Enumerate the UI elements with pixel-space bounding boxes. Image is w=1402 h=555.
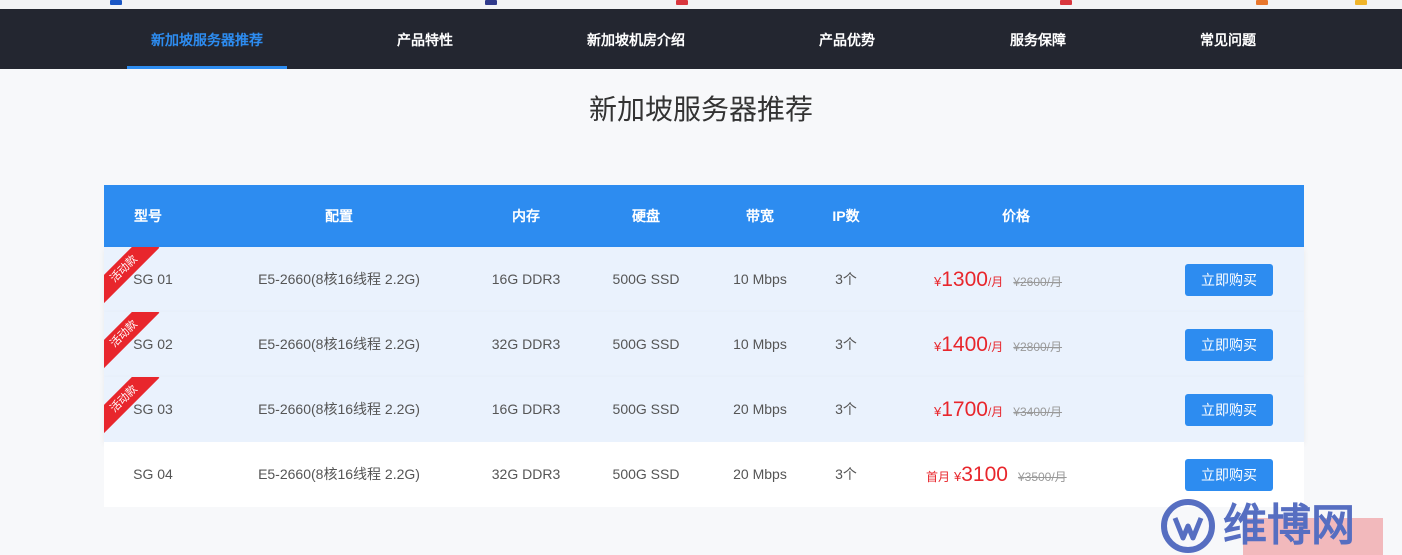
cell-disk: 500G SSD xyxy=(612,466,680,482)
cell-price: ¥1400/月 ¥2800/月 xyxy=(930,312,1062,377)
price-amount: 1700 xyxy=(941,398,988,421)
table-row: 活动款 SG 03 E5-2660(8核16线程 2.2G) 16G DDR3 … xyxy=(104,377,1304,442)
table-header: 型号 配置 内存 硬盘 带宽 IP数 价格 xyxy=(104,185,1304,247)
cell-memory: 32G DDR3 xyxy=(491,336,561,352)
cell-bandwidth: 20 Mbps xyxy=(733,401,787,417)
col-bandwidth: 带宽 xyxy=(746,208,774,224)
table-row: 活动款 SG 01 E5-2660(8核16线程 2.2G) 16G DDR3 … xyxy=(104,247,1304,312)
cell-disk: 500G SSD xyxy=(612,401,680,417)
buy-now-button[interactable]: 立即购买 xyxy=(1185,459,1273,491)
buy-now-button[interactable]: 立即购买 xyxy=(1185,394,1273,426)
nav-item-service[interactable]: 服务保障 xyxy=(958,9,1118,69)
cell-disk: 500G SSD xyxy=(612,336,680,352)
col-disk: 硬盘 xyxy=(632,208,660,224)
price-unit: /月 xyxy=(987,405,1004,419)
cell-price: 首月 ¥3100 ¥3500/月 xyxy=(926,442,1067,507)
cell-config: E5-2660(8核16线程 2.2G) xyxy=(258,466,420,482)
cell-ip: 3个 xyxy=(835,401,857,417)
price-amount: 1300 xyxy=(941,268,988,291)
cell-bandwidth: 10 Mbps xyxy=(733,336,787,352)
cell-ip: 3个 xyxy=(835,271,857,287)
cell-ip: 3个 xyxy=(835,466,857,482)
old-price: ¥2600/月 xyxy=(1013,275,1063,289)
col-model: 型号 xyxy=(134,208,162,224)
cell-config: E5-2660(8核16线程 2.2G) xyxy=(258,336,420,352)
cell-bandwidth: 20 Mbps xyxy=(733,466,787,482)
cell-disk: 500G SSD xyxy=(612,271,680,287)
nav-item-features[interactable]: 产品特性 xyxy=(345,9,505,69)
cell-bandwidth: 10 Mbps xyxy=(733,271,787,287)
old-price: ¥3500/月 xyxy=(1017,470,1067,484)
cell-memory: 16G DDR3 xyxy=(491,401,561,417)
cell-model: SG 02 xyxy=(133,336,173,352)
cell-model: SG 01 xyxy=(133,271,173,287)
cell-config: E5-2660(8核16线程 2.2G) xyxy=(258,271,420,287)
cell-price: ¥1700/月 ¥3400/月 xyxy=(930,377,1062,442)
col-price: 价格 xyxy=(1002,208,1030,224)
svg-text:维博网: 维博网 xyxy=(1223,500,1355,551)
old-price: ¥2800/月 xyxy=(1013,340,1063,354)
price-amount: 1400 xyxy=(941,333,988,356)
table-row: 活动款 SG 02 E5-2660(8核16线程 2.2G) 32G DDR3 … xyxy=(104,312,1304,377)
price-amount: 3100 xyxy=(961,463,1008,486)
price-unit: /月 xyxy=(987,275,1004,289)
nav-active-indicator xyxy=(127,66,287,69)
cell-ip: 3个 xyxy=(835,336,857,352)
page-title: 新加坡服务器推荐 xyxy=(588,94,813,125)
wb-logo-icon: 维博网 xyxy=(1161,499,1383,555)
table-row: SG 04 E5-2660(8核16线程 2.2G) 32G DDR3 500G… xyxy=(104,442,1304,507)
price-unit: /月 xyxy=(987,340,1004,354)
cell-model: SG 03 xyxy=(133,401,173,417)
top-nav: 新加坡服务器推荐 产品特性 新加坡机房介绍 产品优势 服务保障 常见问题 xyxy=(0,9,1402,69)
cell-model: SG 04 xyxy=(133,466,173,482)
nav-item-faq[interactable]: 常见问题 xyxy=(1148,9,1308,69)
nav-item-datacenter[interactable]: 新加坡机房介绍 xyxy=(556,9,716,69)
buy-now-button[interactable]: 立即购买 xyxy=(1185,264,1273,296)
cell-memory: 16G DDR3 xyxy=(491,271,561,287)
browser-bookmark-strip xyxy=(0,0,1402,9)
nav-item-advantages[interactable]: 产品优势 xyxy=(767,9,927,69)
old-price: ¥3400/月 xyxy=(1013,405,1063,419)
price-prefix: 首月 xyxy=(926,470,951,484)
server-table: 型号 配置 内存 硬盘 带宽 IP数 价格 活动款 SG 01 E5-2660(… xyxy=(104,185,1304,507)
buy-now-button[interactable]: 立即购买 xyxy=(1185,329,1273,361)
col-config: 配置 xyxy=(325,208,353,224)
nav-item-sg-servers[interactable]: 新加坡服务器推荐 xyxy=(127,9,287,69)
col-ip: IP数 xyxy=(832,208,860,224)
cell-config: E5-2660(8核16线程 2.2G) xyxy=(258,401,420,417)
cell-memory: 32G DDR3 xyxy=(491,466,561,482)
cell-price: ¥1300/月 ¥2600/月 xyxy=(930,247,1062,312)
col-memory: 内存 xyxy=(512,208,540,224)
